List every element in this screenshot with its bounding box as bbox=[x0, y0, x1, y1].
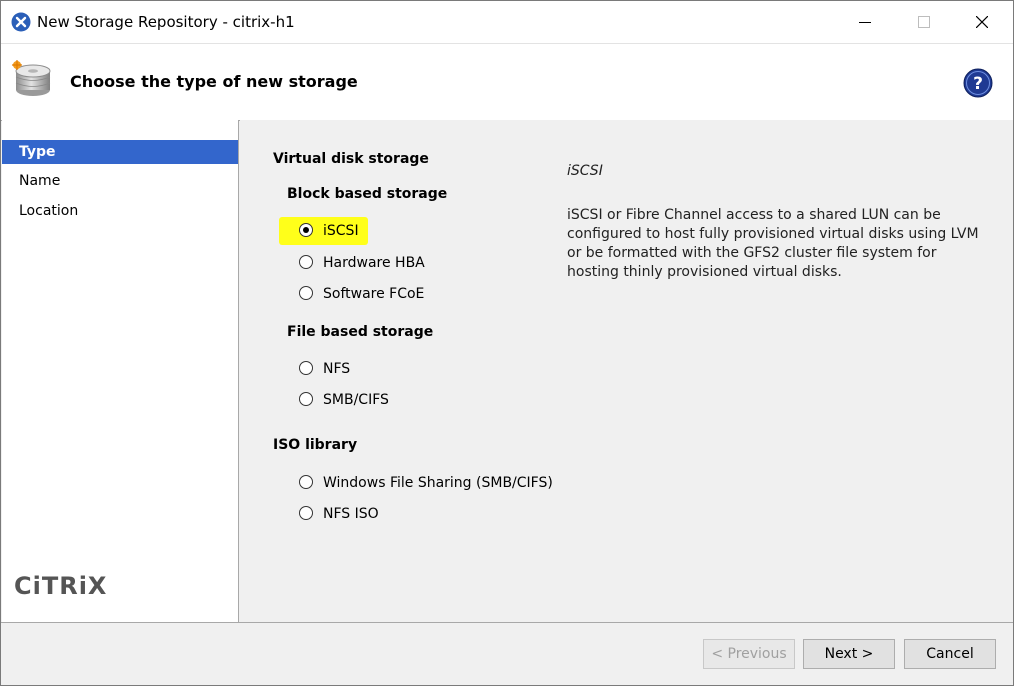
maximize-button[interactable] bbox=[893, 1, 951, 43]
radio-button[interactable] bbox=[299, 255, 313, 269]
description-title: iSCSI bbox=[567, 163, 603, 179]
sidebar-item-location[interactable]: Location bbox=[2, 199, 238, 223]
wizard-header: Choose the type of new storage ? bbox=[1, 43, 1013, 121]
radio-button-checked[interactable] bbox=[299, 223, 313, 237]
file-based-storage-heading: File based storage bbox=[287, 324, 434, 340]
wizard-footer: < Previous Next > Cancel bbox=[1, 622, 1013, 685]
title-bar: New Storage Repository - citrix-h1 bbox=[1, 1, 1013, 43]
virtual-disk-storage-heading: Virtual disk storage bbox=[273, 151, 429, 167]
next-button[interactable]: Next > bbox=[803, 639, 895, 669]
sidebar-item-label: Name bbox=[19, 173, 61, 189]
svg-text:?: ? bbox=[973, 74, 983, 94]
xencenter-app-icon bbox=[11, 12, 31, 32]
sidebar-item-label: Type bbox=[19, 144, 56, 160]
storage-disk-icon bbox=[12, 60, 51, 96]
new-storage-repository-window: New Storage Repository - citrix-h1 Choos… bbox=[0, 0, 1014, 686]
sidebar-item-name[interactable]: Name bbox=[2, 169, 238, 193]
window-title: New Storage Repository - citrix-h1 bbox=[37, 13, 295, 31]
close-icon bbox=[976, 16, 988, 28]
citrix-logo: CiTRiX bbox=[14, 572, 108, 600]
storage-type-panel: Virtual disk storage Block based storage… bbox=[240, 120, 1013, 622]
radio-button[interactable] bbox=[299, 361, 313, 375]
radio-button[interactable] bbox=[299, 286, 313, 300]
cancel-button[interactable]: Cancel bbox=[904, 639, 996, 669]
close-button[interactable] bbox=[953, 1, 1011, 43]
previous-button[interactable]: < Previous bbox=[703, 639, 795, 669]
radio-button[interactable] bbox=[299, 475, 313, 489]
sidebar-item-label: Location bbox=[19, 203, 79, 219]
page-title: Choose the type of new storage bbox=[70, 72, 358, 91]
sidebar-item-type[interactable]: Type bbox=[2, 140, 238, 164]
wizard-steps-sidebar: Type Name Location CiTRiX bbox=[2, 120, 239, 622]
help-icon[interactable]: ? bbox=[963, 68, 993, 98]
minimize-button[interactable] bbox=[835, 1, 893, 43]
radio-button[interactable] bbox=[299, 506, 313, 520]
description-text: iSCSI or Fibre Channel access to a share… bbox=[567, 207, 979, 280]
radio-button[interactable] bbox=[299, 392, 313, 406]
iso-library-heading: ISO library bbox=[273, 437, 358, 453]
block-based-storage-heading: Block based storage bbox=[287, 186, 448, 202]
